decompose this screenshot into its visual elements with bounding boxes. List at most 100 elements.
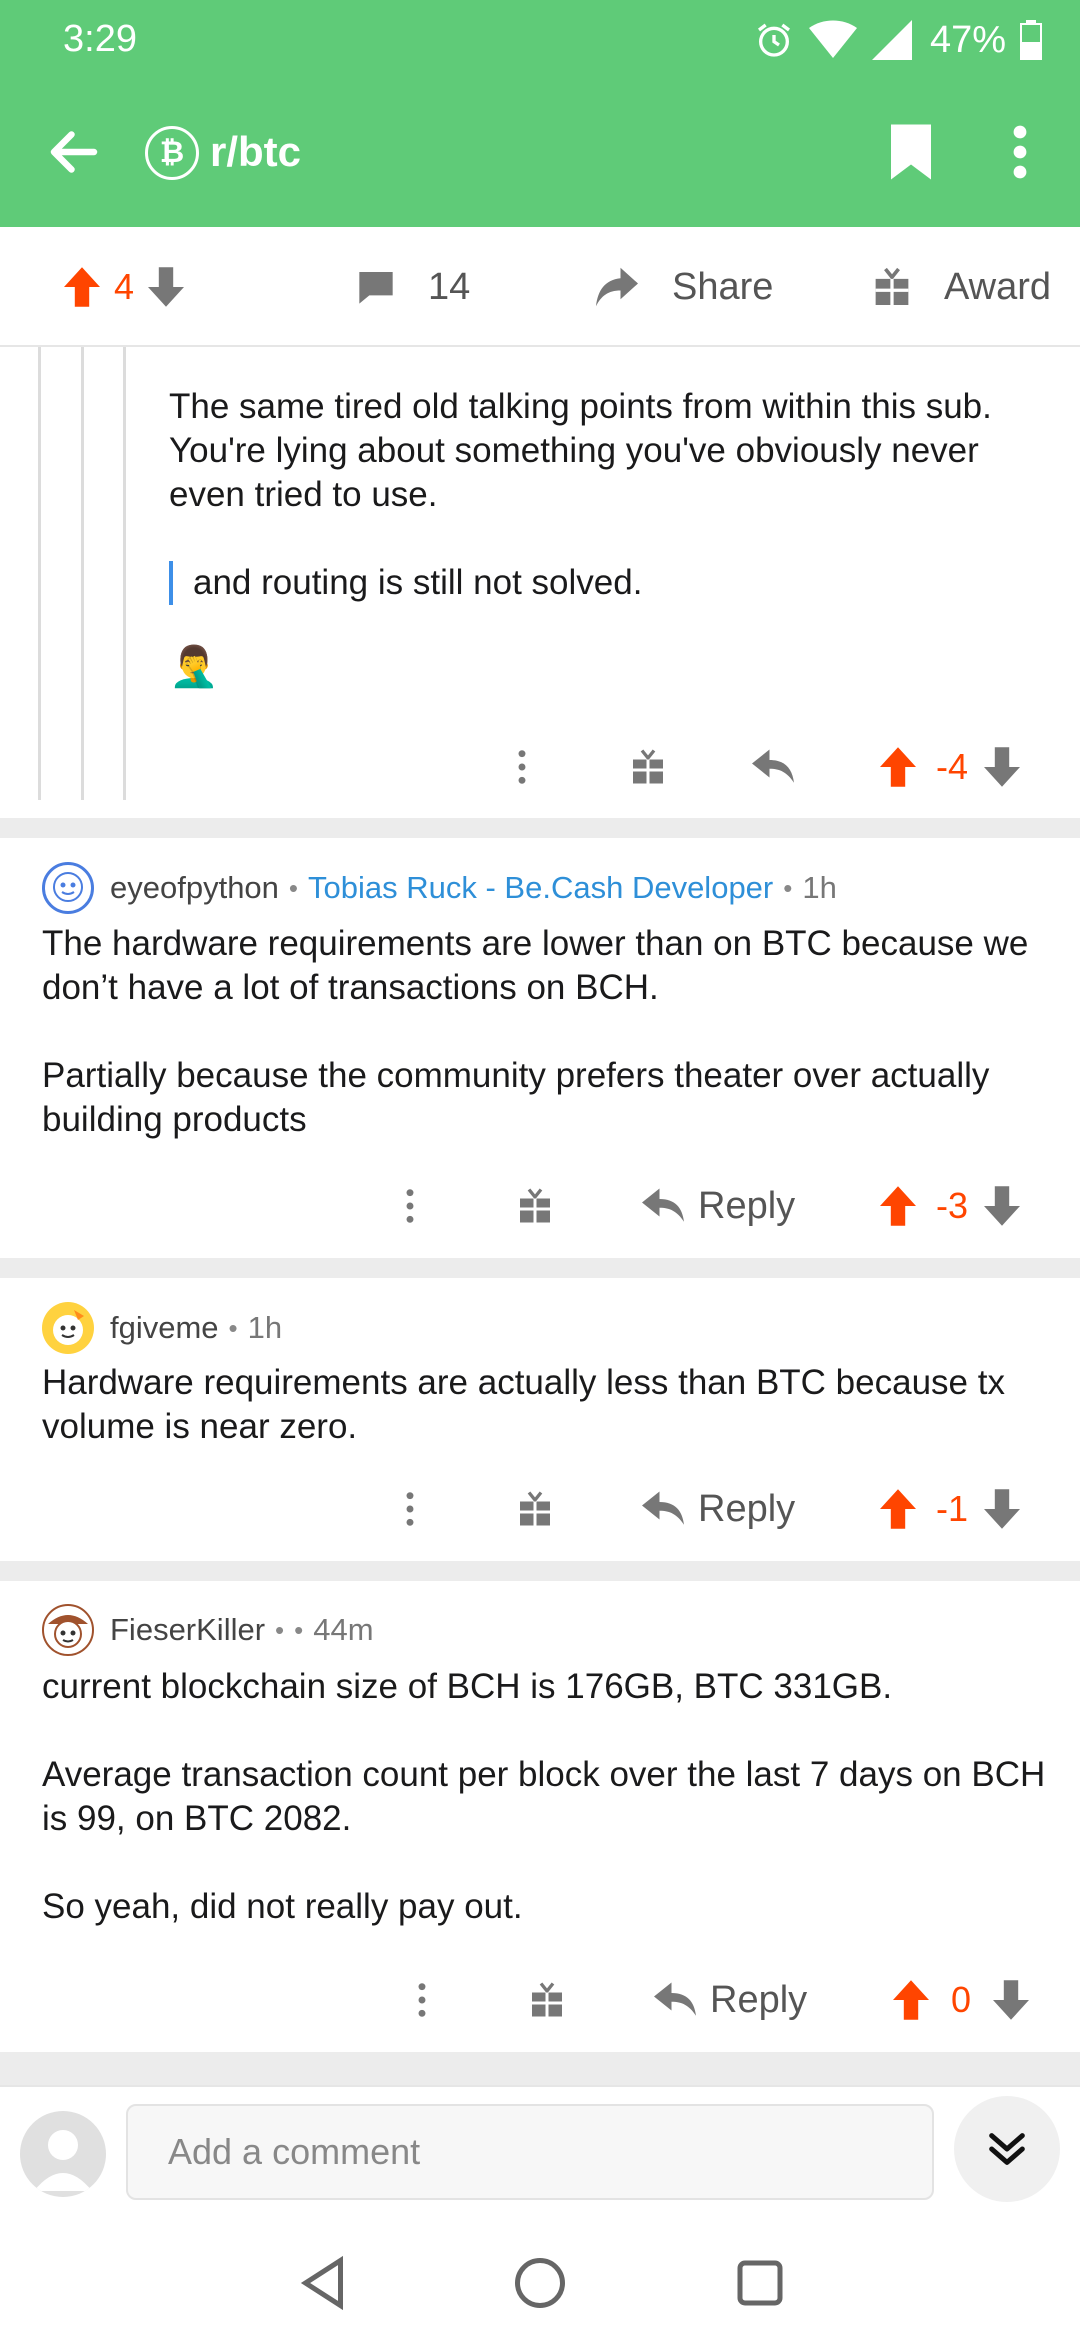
comment-divider	[0, 1258, 1080, 1278]
downvote-icon[interactable]	[148, 267, 185, 307]
award-icon[interactable]	[518, 1166, 552, 1246]
comment-vote-group: 0	[893, 1960, 1030, 2040]
award-icon[interactable]	[631, 727, 665, 807]
award-icon[interactable]	[518, 1469, 552, 1549]
comment-composer	[0, 2085, 1080, 2225]
battery-icon	[1020, 20, 1042, 60]
more-vert-icon[interactable]	[392, 1166, 428, 1246]
share-button[interactable]: Share	[596, 227, 773, 347]
award-button[interactable]: Award	[874, 227, 1051, 347]
comment-body-block: The hardware requirements are lower than…	[42, 922, 1052, 1142]
more-vert-icon[interactable]	[404, 1960, 440, 2040]
facepalm-emoji: 🤦‍♂️	[169, 645, 219, 689]
comment-body: The same tired old talking points from w…	[169, 387, 992, 514]
upvote-icon[interactable]	[880, 747, 916, 787]
status-time: 3:29	[63, 18, 137, 60]
share-icon	[596, 267, 638, 307]
add-comment-input[interactable]	[126, 2104, 934, 2200]
award-icon[interactable]	[530, 1960, 564, 2040]
battery-percent: 47%	[929, 18, 1006, 61]
comment-nested: The same tired old talking points from w…	[169, 385, 1059, 691]
share-label: Share	[672, 265, 774, 308]
comment-body: Hardware requirements are actually less …	[42, 1363, 1005, 1446]
comment-actions: -4	[0, 727, 1080, 807]
meta-separator: •	[228, 1312, 238, 1343]
back-arrow-icon[interactable]	[44, 122, 104, 182]
comment-body-block: current blockchain size of BCH is 176GB,…	[42, 1665, 1052, 1929]
avatar[interactable]	[20, 2111, 106, 2197]
nav-home-icon[interactable]	[510, 2253, 570, 2313]
comment-vote-group: -4	[880, 727, 1021, 807]
meta-separator: •	[783, 872, 793, 903]
upvote-icon[interactable]	[64, 267, 100, 307]
award-label: Award	[944, 265, 1052, 308]
more-vert-icon[interactable]	[392, 1469, 428, 1549]
comment-age: 1h	[802, 870, 837, 905]
reply-button[interactable]: Reply	[642, 1469, 795, 1549]
downvote-icon[interactable]	[984, 747, 1021, 787]
comment-body: Average transaction count per block over…	[42, 1755, 1046, 1838]
meta-separator: •	[294, 1614, 304, 1645]
wifi-icon	[808, 20, 857, 58]
comment-vote-group: -3	[880, 1166, 1021, 1246]
comment-vote-group: -1	[880, 1469, 1021, 1549]
meta-separator: •	[288, 872, 299, 903]
comment-meta: FieserKiller • • 44m	[42, 1602, 374, 1658]
reply-icon[interactable]	[752, 727, 794, 807]
comment-actions: Reply 0	[0, 1960, 1080, 2040]
award-icon	[875, 267, 909, 305]
comment-body-block: Hardware requirements are actually less …	[42, 1361, 1052, 1449]
comment-age: 44m	[313, 1612, 374, 1647]
downvote-icon[interactable]	[984, 1489, 1021, 1529]
reply-icon	[642, 1491, 684, 1525]
comment-icon	[359, 272, 393, 304]
meta-separator: •	[275, 1614, 285, 1645]
comment-score: -1	[936, 1488, 969, 1529]
reply-button[interactable]: Reply	[654, 1960, 807, 2040]
comment-body: The hardware requirements are lower than…	[42, 924, 1029, 1007]
bookmark-icon[interactable]	[885, 122, 937, 182]
downvote-icon[interactable]	[984, 1186, 1021, 1226]
nav-back-icon[interactable]	[293, 2253, 353, 2313]
reply-button[interactable]: Reply	[642, 1166, 795, 1246]
system-nav-bar	[0, 2225, 1080, 2340]
comment-score: -4	[936, 746, 969, 787]
nav-recents-icon[interactable]	[730, 2253, 790, 2313]
double-chevron-down-icon[interactable]	[954, 2096, 1060, 2202]
comments-button[interactable]: 14	[356, 227, 470, 347]
overflow-menu-icon[interactable]	[1000, 122, 1040, 182]
comment-body: So yeah, did not really pay out.	[42, 1887, 523, 1926]
reply-icon	[654, 1982, 696, 2016]
comment-divider	[0, 1561, 1080, 1581]
comment-body: current blockchain size of BCH is 176GB,…	[42, 1667, 893, 1706]
more-vert-icon[interactable]	[504, 727, 540, 807]
user-flair: Tobias Ruck - Be.Cash Developer	[308, 870, 774, 905]
comment-score: 0	[951, 1979, 972, 2020]
post-action-bar: 4 14 Share Award	[0, 227, 1080, 347]
comment-author[interactable]: fgiveme	[110, 1310, 219, 1346]
avatar[interactable]	[42, 1604, 94, 1656]
comment-author[interactable]: eyeofpython	[110, 870, 279, 906]
post-score: 4	[114, 266, 135, 307]
comment-divider	[0, 818, 1080, 838]
comment-body: Partially because the community prefers …	[42, 1056, 990, 1139]
comment-author[interactable]: FieserKiller	[110, 1612, 265, 1648]
avatar[interactable]	[42, 862, 94, 914]
comment-count: 14	[428, 265, 471, 308]
comment-actions: Reply -1	[0, 1469, 1080, 1549]
comment-score: -3	[936, 1185, 969, 1226]
downvote-icon[interactable]	[993, 1980, 1030, 2020]
reply-icon	[642, 1188, 684, 1222]
upvote-icon[interactable]	[880, 1186, 916, 1226]
comment-meta: eyeofpython • Tobias Ruck - Be.Cash Deve…	[42, 860, 837, 916]
upvote-icon[interactable]	[893, 1980, 929, 2020]
upvote-icon[interactable]	[880, 1489, 916, 1529]
reply-label: Reply	[698, 1487, 796, 1530]
alarm-icon	[757, 23, 790, 57]
quote-text: and routing is still not solved.	[193, 563, 643, 602]
signal-icon	[871, 20, 912, 60]
avatar[interactable]	[42, 1302, 94, 1354]
subreddit-title[interactable]: r/btc	[210, 128, 301, 176]
comment-divider	[0, 2052, 1080, 2085]
comment-actions: Reply -3	[0, 1166, 1080, 1246]
